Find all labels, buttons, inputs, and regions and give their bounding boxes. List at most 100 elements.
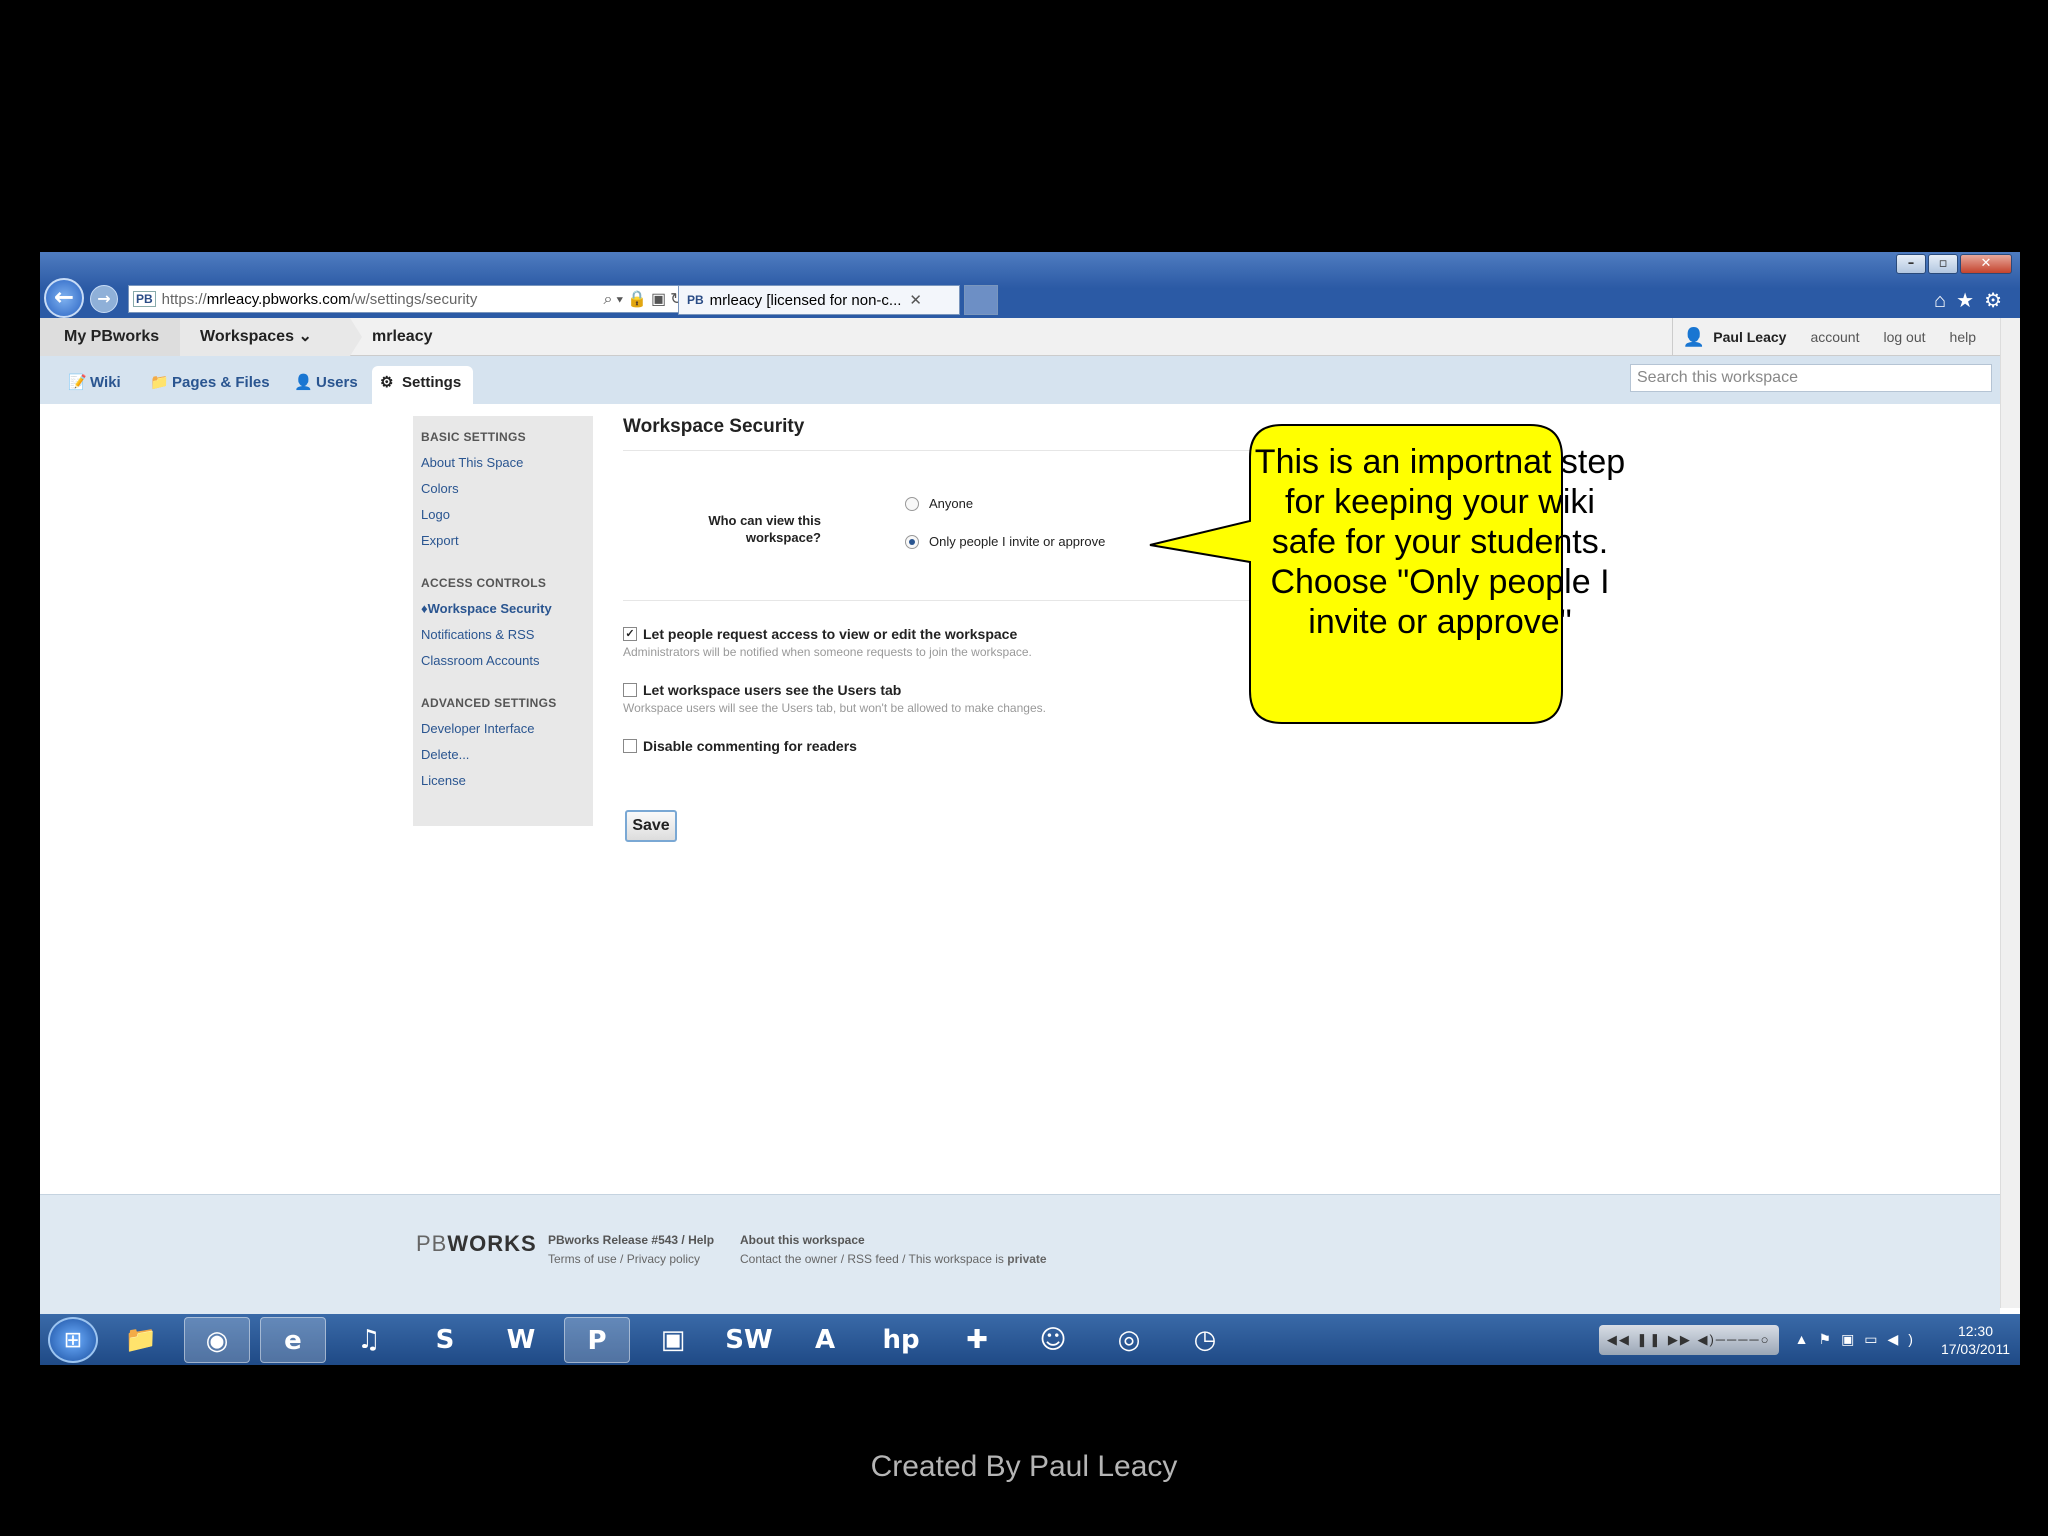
release-link[interactable]: PBworks Release #543 / Help	[548, 1231, 714, 1250]
logout-link[interactable]: log out	[1883, 329, 1925, 345]
request-access-setting: ✓ Let people request access to view or ed…	[623, 626, 1032, 659]
site-favicon: PB	[133, 291, 156, 307]
solidworks-icon[interactable]: SW	[716, 1317, 782, 1363]
sidebar-item-classroom[interactable]: Classroom Accounts	[421, 653, 585, 668]
tab-favicon: PB	[687, 293, 704, 307]
crumb-my-pbworks[interactable]: My PBworks	[40, 318, 180, 356]
media-controls[interactable]: ◀◀ ❚❚ ▶▶ ◀)────○	[1598, 1324, 1779, 1355]
system-tray: ◀◀ ❚❚ ▶▶ ◀)────○ ▲⚑▣▭◀) 12:30 17/03/2011	[1598, 1314, 2010, 1365]
favorites-star-icon[interactable]: ★	[1956, 290, 1984, 312]
option-invite-only[interactable]: Only people I invite or approve	[905, 534, 1105, 549]
home-icon[interactable]: ⌂	[1934, 290, 1956, 312]
footer-links-workspace: About this workspace Contact the owner /…	[740, 1231, 1047, 1269]
save-button[interactable]: Save	[625, 810, 677, 842]
contact-rss-line[interactable]: Contact the owner / RSS feed / This work…	[740, 1250, 1047, 1269]
screen: – ▫ ✕ ← → PB https://mrleacy.pbworks.com…	[40, 252, 2020, 1365]
user-name[interactable]: Paul Leacy	[1713, 329, 1786, 345]
sidebar-item-developer[interactable]: Developer Interface	[421, 721, 585, 736]
option-anyone[interactable]: Anyone	[905, 496, 973, 511]
itunes-icon[interactable]: ♫	[336, 1317, 402, 1363]
clock-app-icon[interactable]: ◷	[1172, 1317, 1238, 1363]
maximize-button[interactable]: ▫	[1928, 254, 1958, 274]
browser-toolbar-icons: ⌂★⚙	[1934, 288, 2012, 313]
disable-comments-setting: Disable commenting for readers	[623, 738, 857, 754]
user-icon: 👤	[1682, 326, 1706, 347]
request-access-checkbox[interactable]: ✓	[623, 627, 637, 641]
tab-settings[interactable]: ⚙ Settings	[372, 366, 474, 404]
internet-explorer-icon[interactable]: e	[260, 1316, 326, 1363]
user-menu: 👤 Paul Leacy account log out help	[1671, 318, 2000, 356]
disable-comments-checkbox[interactable]	[623, 739, 637, 753]
back-button[interactable]: ←	[44, 278, 84, 318]
gear-icon: ⚙	[380, 374, 394, 391]
sidebar-item-delete[interactable]: Delete...	[421, 747, 585, 762]
new-tab-button[interactable]	[964, 285, 998, 315]
vertical-scrollbar[interactable]	[2000, 318, 2020, 1308]
close-tab-icon[interactable]: ✕	[909, 291, 922, 309]
crumb-workspaces[interactable]: Workspaces ⌄	[180, 318, 350, 356]
help-link[interactable]: help	[1950, 329, 1976, 345]
browser-tab[interactable]: PB mrleacy [licensed for non-c... ✕	[678, 285, 960, 315]
users-tab-checkbox[interactable]	[623, 683, 637, 697]
users-icon: 👤	[294, 374, 313, 391]
start-button[interactable]: ⊞	[48, 1316, 98, 1363]
tab-title: mrleacy [licensed for non-c...	[709, 291, 902, 309]
sidebar-item-export[interactable]: Export	[421, 533, 585, 548]
advanced-settings-header: ADVANCED SETTINGS	[421, 696, 557, 710]
sidebar-item-workspace-security[interactable]: ♦Workspace Security	[421, 601, 585, 616]
windows-taskbar: ⊞ 📁 ◉ e ♫ S W P ▣ SW A hp ✚ ☺ ◎ ◷ ◀◀ ❚❚ …	[40, 1314, 2020, 1365]
powerpoint-icon[interactable]: P	[564, 1316, 630, 1363]
about-workspace-link[interactable]: About this workspace	[740, 1231, 1047, 1250]
sidebar-item-colors[interactable]: Colors	[421, 481, 585, 496]
tray-icons[interactable]: ▲⚑▣▭◀)	[1795, 1331, 1923, 1348]
users-tab-setting: Let workspace users see the Users tab Wo…	[623, 682, 1046, 715]
explorer-folder-icon[interactable]: 📁	[108, 1317, 174, 1363]
radio-invite-only[interactable]	[905, 534, 919, 549]
forward-button[interactable]: →	[90, 285, 118, 313]
firefox-icon[interactable]: ◎	[1096, 1317, 1162, 1363]
account-link[interactable]: account	[1810, 329, 1859, 345]
sidebar-item-about[interactable]: About This Space	[421, 455, 585, 470]
sidebar-item-notifications[interactable]: Notifications & RSS	[421, 627, 585, 642]
window-controls: – ▫ ✕	[1894, 254, 2012, 274]
sidebar-item-license[interactable]: License	[421, 773, 585, 788]
settings-sidebar: BASIC SETTINGS About This Space Colors L…	[413, 416, 593, 826]
credit-caption: Created By Paul Leacy	[870, 1450, 1178, 1483]
terms-privacy-link[interactable]: Terms of use / Privacy policy	[548, 1250, 714, 1269]
search-input[interactable]: Search this workspace	[1630, 364, 1992, 392]
request-access-hint: Administrators will be notified when som…	[623, 645, 1032, 659]
tools-icon[interactable]: ✚	[944, 1317, 1010, 1363]
word-icon[interactable]: W	[488, 1317, 554, 1363]
tab-pages-files[interactable]: 📁 Pages & Files	[142, 366, 282, 402]
visibility-question: Who can view this workspace?	[708, 513, 821, 545]
tab-users[interactable]: 👤 Users	[286, 366, 370, 402]
users-tab-hint: Workspace users will see the Users tab, …	[623, 701, 1046, 715]
acrobat-icon[interactable]: A	[792, 1317, 858, 1363]
footer-links-release: PBworks Release #543 / Help Terms of use…	[548, 1231, 714, 1269]
callout-text: This is an importnat step for keeping yo…	[1254, 443, 1626, 641]
chrome-icon[interactable]: ◉	[184, 1316, 250, 1363]
crumb-workspace-name[interactable]: mrleacy	[350, 318, 433, 356]
skype-icon[interactable]: S	[412, 1317, 478, 1363]
access-controls-header: ACCESS CONTROLS	[421, 576, 547, 590]
basic-settings-header: BASIC SETTINGS	[421, 430, 526, 444]
close-window-button[interactable]: ✕	[1960, 254, 2012, 274]
workspace-tabs: 📝 Wiki 📁 Pages & Files 👤 Users ⚙ Settings Se…	[40, 356, 2000, 404]
radio-anyone[interactable]	[905, 496, 919, 511]
wiki-icon: 📝	[68, 374, 87, 391]
tools-gear-icon[interactable]: ⚙	[1984, 290, 2012, 312]
sidebar-item-logo[interactable]: Logo	[421, 507, 585, 522]
minimize-button[interactable]: –	[1896, 254, 1926, 274]
pbworks-topbar: My PBworks Workspaces ⌄ mrleacy 👤 Paul L…	[40, 318, 2000, 356]
messenger-icon[interactable]: ☺	[1020, 1317, 1086, 1363]
tab-wiki[interactable]: 📝 Wiki	[60, 366, 133, 402]
folder-icon: 📁	[150, 374, 169, 391]
document-icon[interactable]: ▣	[640, 1317, 706, 1363]
url-text[interactable]: https://mrleacy.pbworks.com/w/settings/s…	[162, 291, 604, 308]
browser-chrome: – ▫ ✕ ← → PB https://mrleacy.pbworks.com…	[40, 252, 2020, 318]
hp-icon[interactable]: hp	[868, 1317, 934, 1363]
page-footer: PBWORKS PBworks Release #543 / Help Term…	[40, 1194, 2000, 1314]
chevron-down-icon: ⌄	[298, 328, 312, 345]
taskbar-clock[interactable]: 12:30 17/03/2011	[1941, 1322, 2010, 1358]
address-bar[interactable]: PB https://mrleacy.pbworks.com/w/setting…	[128, 285, 710, 313]
